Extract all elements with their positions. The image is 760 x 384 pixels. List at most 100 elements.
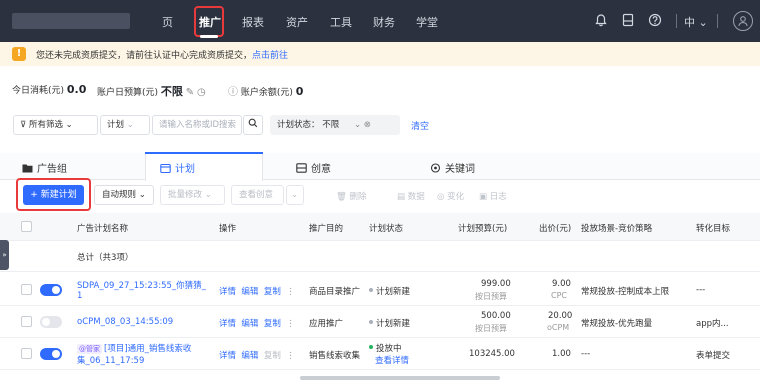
chevron-down-icon: ⌄ [65, 120, 73, 130]
plan-name-link[interactable]: SDPA_09_27_15:23:55_你猜猜_ [77, 279, 206, 291]
keyword-icon [430, 163, 441, 173]
plan-name-link[interactable]: @管家 [项目]通用_销售线索收 [77, 342, 191, 354]
row-checkbox[interactable] [21, 284, 32, 295]
strategy-cell: 常规投放-控制成本上限 [581, 287, 670, 297]
column-header-purpose[interactable]: 推广目的 [309, 222, 343, 234]
tab-ad-group[interactable]: 广告组 [22, 160, 67, 175]
creative-icon [296, 163, 307, 173]
budget-value: 999.00 [481, 279, 511, 289]
chevron-down-icon: ⌄ [204, 190, 212, 200]
column-header-budget[interactable]: 计划预算(元) [458, 222, 507, 234]
delete-button[interactable]: 🗑 删除 [336, 190, 367, 202]
copy-link[interactable]: 复制 [264, 319, 281, 329]
notice-text: 您还未完成资质提交，请前往认证中心完成资质提交，点击前往 [36, 48, 288, 61]
column-header-name[interactable]: 广告计划名称 [77, 222, 128, 234]
clear-circle-icon[interactable]: ⊗ [364, 120, 371, 130]
status-cell: 计划新建 [369, 285, 410, 297]
tab-plan[interactable]: 计划 [160, 160, 195, 175]
view-creative-button[interactable]: 查看创意 [231, 185, 284, 205]
all-filters-button[interactable]: ⊽ 所有筛选 ⌄ [13, 115, 98, 135]
status-detail-link[interactable]: 查看详情 [375, 354, 409, 366]
plan-name-link-cont[interactable]: 1 [77, 291, 82, 301]
strategy-cell: 常规投放-优先跑量 [581, 319, 653, 329]
notice-link[interactable]: 点击前往 [252, 51, 288, 61]
plan-toggle[interactable] [40, 284, 62, 296]
data-label: 数据 [407, 192, 425, 202]
plan-name-link-cont[interactable]: 集_06_11_17:59 [77, 354, 144, 366]
data-button[interactable]: ▤ 数据 [397, 190, 425, 202]
column-header-status[interactable]: 计划状态 [369, 222, 403, 234]
copy-link[interactable]: 复制 [264, 351, 281, 361]
batch-edit-button[interactable]: 批量修改 ⌄ [160, 185, 225, 205]
batch-edit-label: 批量修改 [168, 190, 203, 200]
user-icon[interactable] [733, 11, 753, 31]
status-text: 投放中 [376, 344, 402, 354]
document-icon[interactable] [620, 13, 636, 29]
more-icon[interactable]: ⋮ [286, 351, 295, 361]
bid-type: oCPM [547, 323, 570, 332]
search-icon [248, 118, 258, 130]
tab-plan-label: 计划 [175, 164, 195, 175]
edit-link[interactable]: 编辑 [241, 319, 258, 329]
nav-item-finance[interactable]: 财务 [373, 14, 395, 30]
chevron-down-icon: ⌄ [698, 16, 708, 29]
tab-keyword[interactable]: 关键词 [430, 160, 475, 175]
search-input[interactable]: 请输入名称或ID搜索 [152, 115, 242, 135]
edit-icon[interactable]: ✎ [186, 87, 194, 98]
nav-item-assets[interactable]: 资产 [286, 14, 308, 30]
more-icon[interactable]: ⋮ [286, 287, 295, 297]
more-icon[interactable]: ⋮ [286, 319, 295, 329]
bid-value: 9.00 [552, 279, 571, 289]
auto-rules-button[interactable]: 自动规则 ⌄ [94, 185, 154, 205]
tab-ad-group-label: 广告组 [37, 164, 67, 175]
change-icon: ◎ [437, 192, 445, 202]
history-icon[interactable]: ◷ [197, 87, 206, 98]
log-icon: ▣ [479, 192, 488, 202]
bid-type: CPC [551, 291, 567, 300]
search-button[interactable] [243, 115, 263, 135]
goal-cell: 表单提交 [696, 351, 731, 361]
status-dot [369, 320, 373, 324]
row-checkbox[interactable] [21, 348, 32, 359]
detail-link[interactable]: 详情 [219, 287, 236, 297]
daily-budget-value: 不限 [160, 85, 183, 98]
select-all-checkbox[interactable] [21, 221, 32, 232]
clear-filters-link[interactable]: 清空 [411, 119, 429, 132]
row-actions: 详情 编辑 复制 ⋮ [219, 349, 295, 361]
horizontal-scrollbar[interactable] [300, 376, 500, 380]
log-button[interactable]: ▣ 日志 [479, 190, 507, 202]
plan-name-link[interactable]: oCPM_08_03_14:55:09 [77, 317, 173, 327]
tab-creative[interactable]: 创意 [296, 160, 331, 175]
change-label: 变化 [447, 192, 465, 202]
plan-toggle[interactable] [40, 348, 62, 360]
column-header-bid[interactable]: 出价(元) [539, 222, 571, 234]
nav-item-tools[interactable]: 工具 [330, 14, 352, 30]
account-balance-stat: ⓘ 账户余额(元) 0 [228, 83, 303, 98]
logo[interactable] [12, 13, 130, 29]
column-header-strategy[interactable]: 投放场景-竞价策略 [581, 222, 652, 234]
nav-item-home[interactable]: 页 [162, 14, 173, 30]
nav-item-reports[interactable]: 报表 [242, 14, 264, 30]
column-header-goal[interactable]: 转化目标 [696, 222, 730, 234]
change-button[interactable]: ◎ 变化 [437, 190, 464, 202]
plan-toggle[interactable] [40, 316, 62, 328]
row-checkbox[interactable] [21, 316, 32, 327]
copy-link[interactable]: 复制 [264, 287, 281, 297]
nav-item-academy[interactable]: 学堂 [416, 14, 438, 30]
plan-status-filter[interactable]: 计划状态： 不限 ⌄ ⊗ [270, 115, 400, 135]
detail-link[interactable]: 详情 [219, 319, 236, 329]
plan-status-label: 计划状态： [277, 120, 320, 130]
edit-link[interactable]: 编辑 [241, 351, 258, 361]
language-switcher[interactable]: 中 ⌄ [684, 14, 708, 30]
bell-icon[interactable] [593, 13, 609, 29]
bid-value: 1.00 [552, 349, 571, 359]
plan-type-select[interactable]: 计划 ⌄ [100, 115, 150, 135]
entity-tabs [0, 153, 760, 180]
detail-link[interactable]: 详情 [219, 351, 236, 361]
expand-sidebar-handle[interactable]: » [0, 240, 9, 270]
more-dropdown-button[interactable]: ⌄ [286, 185, 304, 205]
edit-link[interactable]: 编辑 [241, 287, 258, 297]
help-icon[interactable] [647, 13, 663, 29]
plan-type-value: 计划 [107, 120, 125, 130]
plan-name-text: [项目]通用_销售线索收 [104, 344, 192, 354]
